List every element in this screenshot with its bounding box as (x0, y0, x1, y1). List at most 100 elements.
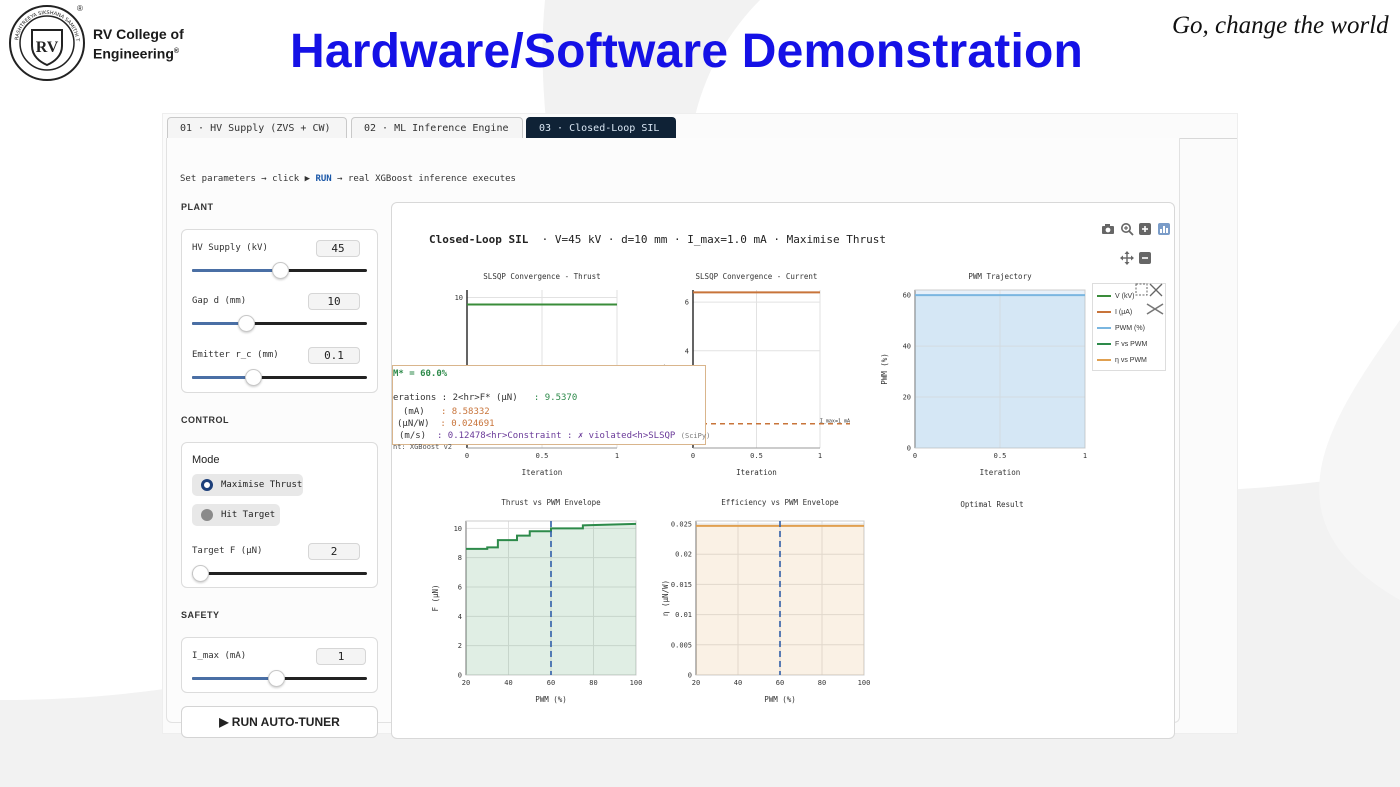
legend-swatch (1097, 311, 1111, 314)
zoom-icon[interactable] (1120, 222, 1134, 236)
emitter-slider-fill (192, 376, 254, 379)
y-tick-label: 0 (688, 672, 692, 680)
hover-line-1: M* = 60.0% (393, 369, 448, 379)
x-tick-label: 0.5 (994, 452, 1007, 460)
y-tick-label: 4 (458, 613, 462, 621)
college-name: RV College of Engineering® (93, 25, 184, 63)
imax-slider-thumb[interactable] (268, 670, 285, 687)
target-f-slider-thumb[interactable] (192, 565, 209, 582)
imax-slider[interactable] (192, 670, 367, 687)
instructions-run: RUN (315, 174, 332, 184)
hover-line-3-label: (mA) (403, 407, 425, 417)
legend-label: PWM (%) (1115, 325, 1145, 332)
chart-title: Thrust vs PWM Envelope (501, 498, 601, 507)
run-auto-tuner-button[interactable]: ▶ RUN AUTO-TUNER (181, 706, 378, 738)
y-tick-label: 40 (903, 343, 911, 351)
pwm-trajectory-chart: PWM Trajectory 0 0.5 1 0 20 40 60 Iteration PWM (… (880, 272, 1087, 477)
seal-registered-mark: ® (77, 4, 83, 13)
target-f-slider[interactable] (192, 565, 367, 582)
legend-item-i[interactable]: I (μA) (1097, 308, 1167, 318)
hover-line-4-label: (μN/W) (397, 419, 430, 429)
y-tick-label: 0.005 (671, 641, 692, 649)
gap-slider[interactable] (192, 315, 367, 332)
mode-hit-target[interactable]: Hit Target (192, 504, 280, 526)
slide-title: Hardware/Software Demonstration (290, 25, 1084, 78)
hv-supply-input[interactable]: 45 (316, 240, 360, 257)
radio-selected-icon (201, 479, 213, 491)
x-tick-label: 100 (630, 679, 643, 687)
pan-icon[interactable] (1120, 251, 1134, 265)
optimal-result-panel: Optimal Result (960, 500, 1023, 509)
bars-icon[interactable] (1158, 223, 1170, 235)
x-axis-label: PWM (%) (764, 695, 796, 704)
plant-section-label: PLANT (181, 202, 214, 212)
app-screenshot: 01 · HV Supply (ZVS + CW) 02 · ML Infere… (162, 113, 1238, 739)
x-tick-label: 0 (465, 452, 469, 460)
chart-title: SLSQP Convergence - Thrust (483, 272, 600, 281)
x-tick-label: 100 (858, 679, 871, 687)
legend-swatch (1097, 295, 1111, 298)
mode-hit-target-label: Hit Target (221, 510, 276, 520)
x-tick-label: 1 (615, 452, 619, 460)
plot-title-bold: Closed-Loop SIL (429, 233, 529, 246)
legend-swatch (1097, 359, 1111, 362)
legend-item-f-vs-pwm[interactable]: F vs PWM (1097, 340, 1167, 350)
hover-line-2-label: erations : 2<hr>F* (μN) (393, 393, 518, 403)
legend-swatch (1097, 343, 1111, 346)
mode-maximise-thrust-label: Maximise Thrust (221, 480, 303, 490)
mode-maximise-thrust[interactable]: Maximise Thrust (192, 474, 303, 496)
hv-supply-slider[interactable] (192, 262, 367, 279)
x-tick-label: 60 (547, 679, 555, 687)
tab-ml-inference[interactable]: 02 · ML Inference Engine (351, 117, 523, 139)
camera-icon[interactable] (1101, 223, 1115, 235)
legend-label: F vs PWM (1115, 341, 1148, 348)
imax-label: I_max (mA) (192, 651, 247, 661)
chart-title: Optimal Result (960, 500, 1023, 509)
main-panel: Set parameters → click ▶ RUN → real XGBo… (166, 138, 1180, 739)
x-tick-label: 60 (776, 679, 784, 687)
safety-section-label: SAFETY (181, 610, 220, 620)
plot-title-rest: · V=45 kV · d=10 mm · I_max=1.0 mA · Max… (541, 233, 886, 246)
legend-label: I (μA) (1115, 309, 1133, 316)
x-axis-label: Iteration (980, 468, 1021, 477)
legend-item-v[interactable]: V (kV) (1097, 292, 1167, 302)
gap-input[interactable]: 10 (308, 293, 360, 310)
series-area (915, 295, 1085, 448)
legend-item-pwm[interactable]: PWM (%) (1097, 324, 1167, 334)
college-name-line1: RV College of (93, 26, 184, 42)
college-name-line2: Engineering (93, 45, 174, 62)
hover-line-5: (m/s) : 0.12478<hr>Constraint : ✗ violat… (399, 431, 710, 441)
safety-card: I_max (mA) 1 (181, 637, 378, 693)
gap-slider-thumb[interactable] (238, 315, 256, 332)
x-axis-label: Iteration (736, 468, 777, 477)
plot-area: Closed-Loop SIL · V=45 kV · d=10 mm · I_… (391, 202, 1175, 739)
legend-item-eta-vs-pwm[interactable]: η vs PWM (1097, 356, 1167, 366)
y-axis-label: F (μN) (431, 584, 440, 611)
hover-tooltip: M* = 60.0% erations : 2<hr>F* (μN) : 9.5… (392, 365, 710, 451)
instructions-text: Set parameters → click ▶ RUN → real XGBo… (180, 174, 516, 184)
y-tick-label: 0 (907, 445, 911, 453)
tab-closed-loop-sil[interactable]: 03 · Closed-Loop SIL (526, 117, 676, 139)
y-tick-label: 10 (454, 525, 462, 533)
hv-supply-slider-thumb[interactable] (271, 262, 289, 279)
emitter-input[interactable]: 0.1 (308, 347, 360, 364)
plus-box-icon[interactable] (1139, 223, 1151, 235)
target-f-input[interactable]: 2 (308, 543, 360, 560)
x-tick-label: 40 (734, 679, 742, 687)
x-tick-label: 0.5 (536, 452, 549, 460)
imax-input[interactable]: 1 (316, 648, 366, 665)
y-axis-label: PWM (%) (880, 353, 889, 385)
minus-box-icon[interactable] (1139, 252, 1151, 264)
x-tick-label: 80 (818, 679, 826, 687)
instructions-pre: Set parameters → click ▶ (180, 174, 311, 184)
instructions-post: → real XGBoost inference executes (337, 174, 516, 184)
hover-line-5-tag: (SciPy) (680, 432, 711, 440)
tab-hv-supply[interactable]: 01 · HV Supply (ZVS + CW) (167, 117, 347, 139)
emitter-slider[interactable] (192, 369, 367, 386)
x-axis-label: Iteration (522, 468, 563, 477)
tagline: Go, change the world (1172, 12, 1389, 39)
y-tick-label: 0.015 (671, 581, 692, 589)
y-tick-label: 0.02 (675, 551, 692, 559)
emitter-slider-thumb[interactable] (245, 369, 263, 386)
hv-supply-slider-fill (192, 269, 280, 272)
